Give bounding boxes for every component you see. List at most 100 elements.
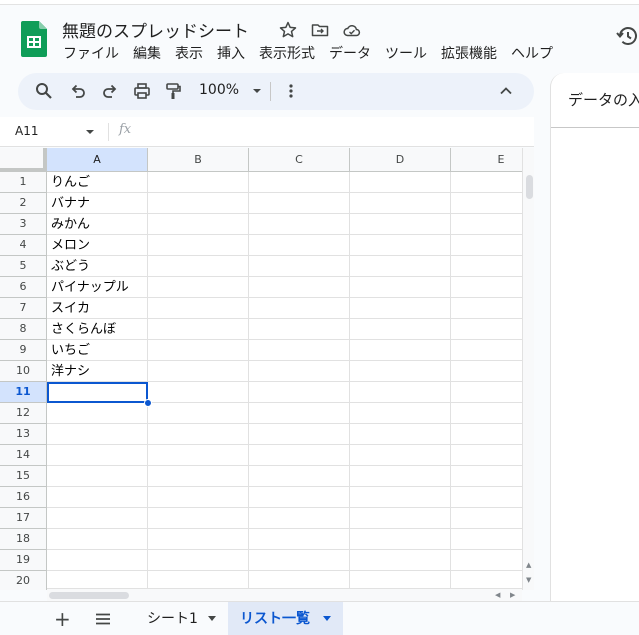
row-header[interactable]: 12 bbox=[0, 403, 47, 424]
cell-a2[interactable]: バナナ bbox=[47, 193, 147, 214]
row-header[interactable]: 15 bbox=[0, 466, 47, 487]
cell-a9[interactable]: いちご bbox=[47, 340, 147, 361]
name-box[interactable]: A11 bbox=[15, 124, 38, 138]
active-cell-a11[interactable] bbox=[47, 382, 148, 403]
row-header[interactable]: 9 bbox=[0, 340, 47, 361]
version-history-icon[interactable] bbox=[615, 24, 639, 48]
menu-help[interactable]: ヘルプ bbox=[504, 43, 560, 65]
grid-line bbox=[47, 549, 522, 550]
undo-icon[interactable] bbox=[68, 81, 88, 101]
cloud-saved-icon[interactable] bbox=[342, 20, 362, 40]
menu-bar: ファイル 編集 表示 挿入 表示形式 データ ツール 拡張機能 ヘルプ bbox=[56, 43, 560, 65]
toolbar-separator bbox=[270, 82, 271, 101]
column-header-d[interactable]: D bbox=[350, 148, 451, 172]
row-header[interactable]: 2 bbox=[0, 193, 47, 214]
zoom-select[interactable]: 100% bbox=[199, 82, 239, 98]
app-header: 無題のスプレッドシート ファイル 編集 表示 挿入 表示形式 データ ツール 拡… bbox=[0, 0, 639, 70]
sheet-tab-1-label: シート1 bbox=[147, 611, 198, 627]
menu-data[interactable]: データ bbox=[322, 43, 378, 65]
row-header[interactable]: 3 bbox=[0, 214, 47, 235]
row-header-selected[interactable]: 11 bbox=[0, 382, 47, 403]
row-header[interactable]: 20 bbox=[0, 571, 47, 590]
grid-line bbox=[47, 528, 522, 529]
column-header-c[interactable]: C bbox=[249, 148, 350, 172]
menu-file[interactable]: ファイル bbox=[56, 43, 126, 65]
row-header[interactable]: 1 bbox=[0, 172, 47, 193]
grid-line bbox=[47, 507, 522, 508]
scroll-up-arrow-icon[interactable]: ▲ bbox=[526, 561, 531, 569]
all-sheets-icon[interactable] bbox=[94, 612, 112, 626]
paint-format-icon[interactable] bbox=[163, 81, 183, 101]
menu-extensions[interactable]: 拡張機能 bbox=[434, 43, 504, 65]
collapse-menus-icon[interactable] bbox=[496, 81, 516, 101]
grid-line bbox=[47, 570, 522, 571]
sheet-bar: + シート1 リスト一覧 bbox=[0, 601, 639, 635]
more-vert-icon[interactable] bbox=[281, 81, 301, 101]
scroll-down-arrow-icon[interactable]: ▼ bbox=[526, 576, 531, 584]
scroll-right-arrow-icon[interactable]: ▶ bbox=[510, 591, 515, 599]
grid-line bbox=[47, 486, 522, 487]
row-header[interactable]: 14 bbox=[0, 445, 47, 466]
search-menus-icon[interactable] bbox=[34, 81, 54, 101]
row-header[interactable]: 16 bbox=[0, 487, 47, 508]
row-header[interactable]: 6 bbox=[0, 277, 47, 298]
side-panel: データの入 bbox=[550, 73, 639, 601]
redo-icon[interactable] bbox=[100, 81, 120, 101]
top-border bbox=[0, 0, 639, 5]
sheets-logo-icon[interactable] bbox=[21, 21, 47, 57]
cell-a5[interactable]: ぶどう bbox=[47, 256, 147, 277]
spreadsheet-grid[interactable]: A B C D E 1 2 3 4 5 6 7 8 9 10 11 12 13 … bbox=[0, 148, 522, 590]
select-all-corner[interactable] bbox=[0, 148, 47, 172]
row-header[interactable]: 18 bbox=[0, 529, 47, 550]
zoom-dropdown-icon[interactable] bbox=[247, 81, 267, 101]
star-icon[interactable] bbox=[278, 20, 298, 40]
name-box-dropdown-icon[interactable] bbox=[85, 128, 95, 136]
cell-a6[interactable]: パイナップル bbox=[47, 277, 147, 298]
vertical-scroll-thumb[interactable] bbox=[526, 175, 533, 199]
cell-a8[interactable]: さくらんぼ bbox=[47, 319, 147, 340]
column-header-e[interactable]: E bbox=[451, 148, 522, 172]
column-header-b[interactable]: B bbox=[148, 148, 249, 172]
menu-view[interactable]: 表示 bbox=[168, 43, 210, 65]
formula-bar: A11 fx bbox=[0, 117, 534, 147]
row-header[interactable]: 8 bbox=[0, 319, 47, 340]
cell-a4[interactable]: メロン bbox=[47, 235, 147, 256]
cell-a1[interactable]: りんご bbox=[47, 172, 147, 193]
menu-format[interactable]: 表示形式 bbox=[252, 43, 322, 65]
horizontal-scrollbar[interactable]: ◀ ▶ bbox=[47, 588, 522, 601]
grid-line bbox=[47, 465, 522, 466]
menu-tools[interactable]: ツール bbox=[378, 43, 434, 65]
row-header[interactable]: 10 bbox=[0, 361, 47, 382]
sheet-tab-2-active[interactable]: リスト一覧 bbox=[228, 602, 343, 635]
grid-line bbox=[47, 444, 522, 445]
fx-icon: fx bbox=[119, 122, 132, 137]
row-header[interactable]: 13 bbox=[0, 424, 47, 445]
cell-a7[interactable]: スイカ bbox=[47, 298, 147, 319]
column-header-a[interactable]: A bbox=[47, 148, 148, 172]
document-title[interactable]: 無題のスプレッドシート bbox=[62, 17, 249, 42]
side-panel-title: データの入 bbox=[568, 91, 639, 109]
grid-line bbox=[47, 423, 522, 424]
scroll-left-arrow-icon[interactable]: ◀ bbox=[495, 591, 500, 599]
sheet-tab-2-dropdown-icon[interactable] bbox=[323, 616, 331, 621]
sheet-tab-1[interactable]: シート1 bbox=[128, 602, 228, 635]
row-header[interactable]: 19 bbox=[0, 550, 47, 571]
sheet-tab-2-label: リスト一覧 bbox=[240, 611, 310, 627]
fill-handle[interactable] bbox=[144, 399, 152, 407]
vertical-scrollbar[interactable]: ▲ ▼ bbox=[522, 148, 534, 590]
row-header[interactable]: 7 bbox=[0, 298, 47, 319]
move-folder-icon[interactable] bbox=[310, 20, 330, 40]
menu-insert[interactable]: 挿入 bbox=[210, 43, 252, 65]
sheet-tab-1-dropdown-icon[interactable] bbox=[208, 616, 216, 621]
row-header[interactable]: 4 bbox=[0, 235, 47, 256]
side-panel-divider bbox=[551, 127, 639, 128]
row-header[interactable]: 5 bbox=[0, 256, 47, 277]
add-sheet-icon[interactable]: + bbox=[54, 607, 71, 631]
print-icon[interactable] bbox=[132, 81, 152, 101]
cell-a10[interactable]: 洋ナシ bbox=[47, 361, 147, 382]
horizontal-scroll-thumb[interactable] bbox=[49, 592, 129, 599]
row-header[interactable]: 17 bbox=[0, 508, 47, 529]
menu-edit[interactable]: 編集 bbox=[126, 43, 168, 65]
formula-separator bbox=[108, 123, 109, 141]
cell-a3[interactable]: みかん bbox=[47, 214, 147, 235]
